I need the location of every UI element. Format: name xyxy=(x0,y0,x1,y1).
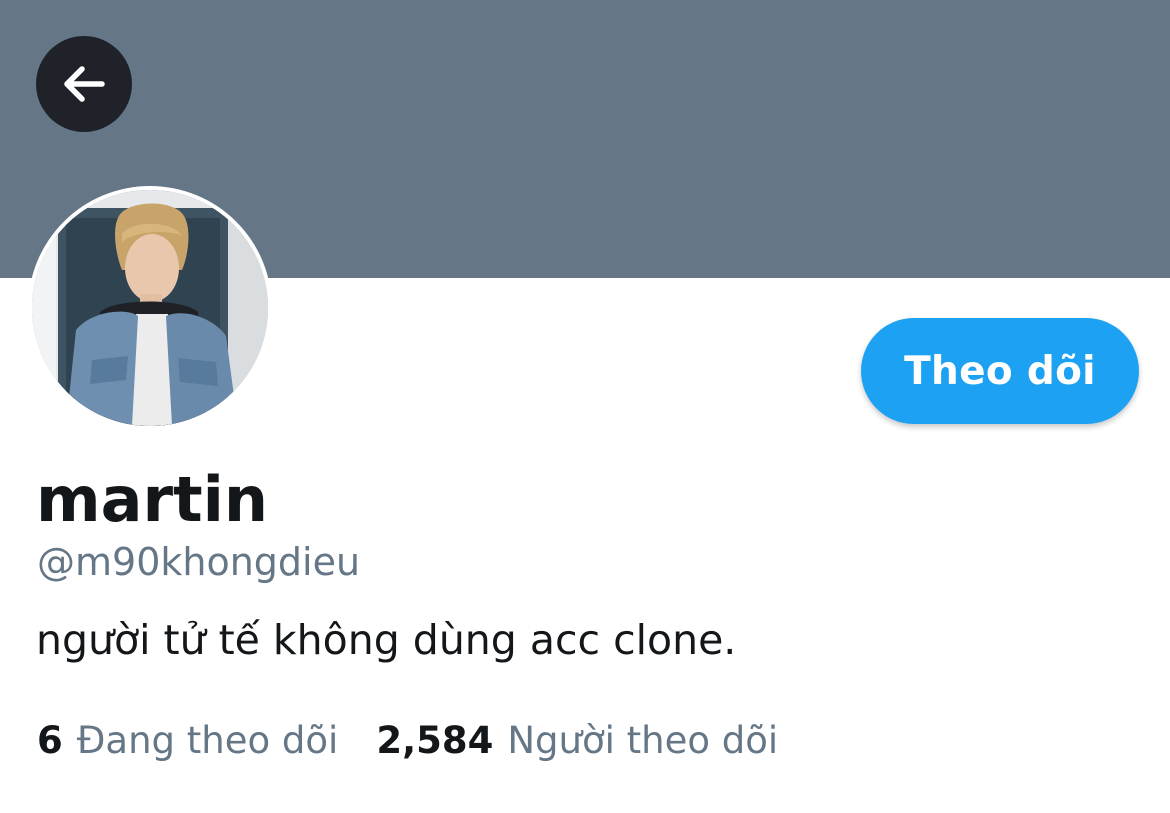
username-handle: @m90khongdieu xyxy=(37,540,361,584)
followers-label: Người theo dõi xyxy=(507,719,779,762)
avatar[interactable] xyxy=(28,186,272,430)
following-label: Đang theo dõi xyxy=(76,719,339,762)
profile-stats: 6 Đang theo dõi 2,584 Người theo dõi xyxy=(37,716,778,766)
following-count: 6 xyxy=(37,719,63,762)
profile-bio: người tử tế không dùng acc clone. xyxy=(36,616,737,664)
display-name: martin xyxy=(36,463,269,536)
back-button[interactable] xyxy=(36,36,132,132)
follow-button[interactable]: Theo dõi xyxy=(861,318,1139,424)
avatar-illustration xyxy=(32,190,268,426)
followers-stat[interactable]: 2,584 Người theo dõi xyxy=(376,716,778,766)
avatar-photo xyxy=(32,190,268,426)
followers-count: 2,584 xyxy=(376,719,494,762)
profile-page: Theo dõi martin @m90khongdieu người tử t… xyxy=(0,0,1170,813)
arrow-left-icon xyxy=(64,66,105,102)
following-stat[interactable]: 6 Đang theo dõi xyxy=(37,716,338,766)
